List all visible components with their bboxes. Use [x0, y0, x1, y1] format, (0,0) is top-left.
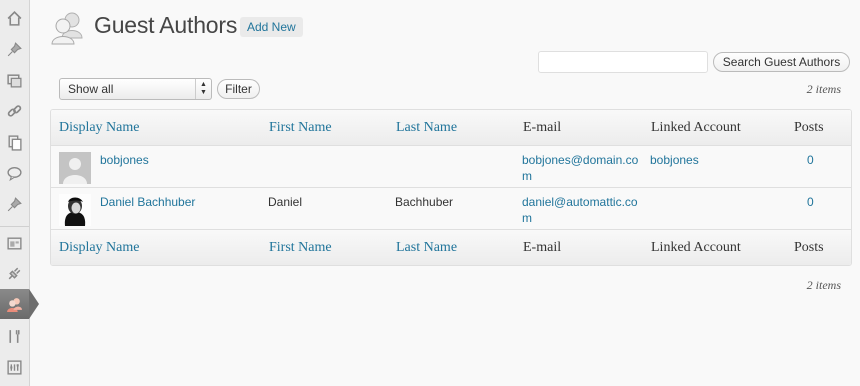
author-display-name-link[interactable]: Daniel Bachhuber — [100, 194, 195, 210]
media-icon — [7, 73, 22, 88]
author-last-name: Bachhuber — [395, 195, 454, 209]
guest-authors-table: Display Name First Name Last Name E-mail… — [50, 109, 852, 266]
author-first-name: Daniel — [268, 195, 303, 209]
author-posts-count-link[interactable]: 0 — [807, 152, 814, 168]
default-avatar-icon — [59, 152, 91, 184]
items-count-top: 2 items — [806, 82, 841, 96]
author-email-link[interactable]: daniel@automattic.com — [522, 194, 640, 226]
appearance-icon — [7, 236, 22, 250]
links-icon — [7, 104, 22, 117]
settings-icon — [7, 359, 22, 375]
author-linked-account-link[interactable]: bobjones — [650, 152, 699, 168]
page-title: Guest Authors — [94, 12, 238, 38]
users-icon — [7, 297, 22, 312]
pages-icon — [8, 134, 22, 151]
column-display-name[interactable]: Display Name — [59, 110, 139, 145]
author-photo-avatar — [59, 194, 91, 226]
menu-settings[interactable] — [0, 352, 29, 382]
pin-icon — [7, 196, 22, 211]
menu-media[interactable] — [0, 65, 29, 95]
menu-comments[interactable] — [0, 158, 29, 188]
items-count-bottom: 2 items — [806, 278, 841, 292]
column-display-name[interactable]: Display Name — [59, 230, 139, 265]
avatar — [59, 152, 91, 184]
comments-icon — [7, 166, 22, 181]
menu-posts[interactable] — [0, 34, 29, 64]
table-footer: Display Name First Name Last Name E-mail… — [51, 229, 851, 265]
table-row: Daniel Bachhuber Daniel Bachhuber daniel… — [51, 187, 851, 229]
column-last-name[interactable]: Last Name — [396, 110, 457, 145]
author-posts-count-link[interactable]: 0 — [807, 194, 814, 210]
author-display-name-link[interactable]: bobjones — [100, 152, 149, 168]
plugins-icon — [8, 267, 21, 279]
column-last-name[interactable]: Last Name — [396, 230, 457, 265]
show-filter-select[interactable]: Show all ▲ ▼ — [59, 78, 212, 100]
tools-icon — [9, 329, 20, 343]
users-page-icon — [51, 12, 83, 45]
column-email: E-mail — [523, 120, 562, 135]
add-new-button[interactable]: Add New — [240, 17, 303, 37]
table-header: Display Name First Name Last Name E-mail… — [51, 110, 851, 146]
select-arrows-icon: ▲ ▼ — [195, 79, 211, 99]
author-email-link[interactable]: bobjones@domain.com — [522, 152, 640, 184]
table-row: bobjones bobjones@domain.com bobjones 0 — [51, 146, 851, 187]
column-email: E-mail — [523, 240, 562, 255]
menu-separator — [0, 226, 29, 227]
column-posts: Posts — [794, 120, 824, 135]
posts-pin-icon — [7, 41, 22, 56]
show-filter-value: Show all — [68, 82, 114, 96]
column-posts: Posts — [794, 240, 824, 255]
column-first-name[interactable]: First Name — [269, 110, 332, 145]
search-guest-authors-button[interactable]: Search Guest Authors — [713, 52, 850, 72]
menu-pages[interactable] — [0, 127, 29, 157]
filter-button[interactable]: Filter — [217, 79, 260, 99]
column-first-name[interactable]: First Name — [269, 230, 332, 265]
menu-links[interactable] — [0, 96, 29, 126]
column-linked-account: Linked Account — [651, 120, 741, 135]
search-input[interactable] — [538, 51, 708, 73]
menu-tools[interactable] — [0, 321, 29, 351]
column-linked-account: Linked Account — [651, 240, 741, 255]
menu-appearance[interactable] — [0, 228, 29, 258]
avatar — [59, 194, 91, 226]
menu-users[interactable] — [0, 289, 39, 319]
dashboard-icon — [7, 10, 22, 26]
admin-menu — [0, 0, 39, 386]
menu-plugins[interactable] — [0, 258, 29, 288]
menu-dashboard[interactable] — [0, 3, 29, 33]
menu-pin[interactable] — [0, 189, 29, 219]
